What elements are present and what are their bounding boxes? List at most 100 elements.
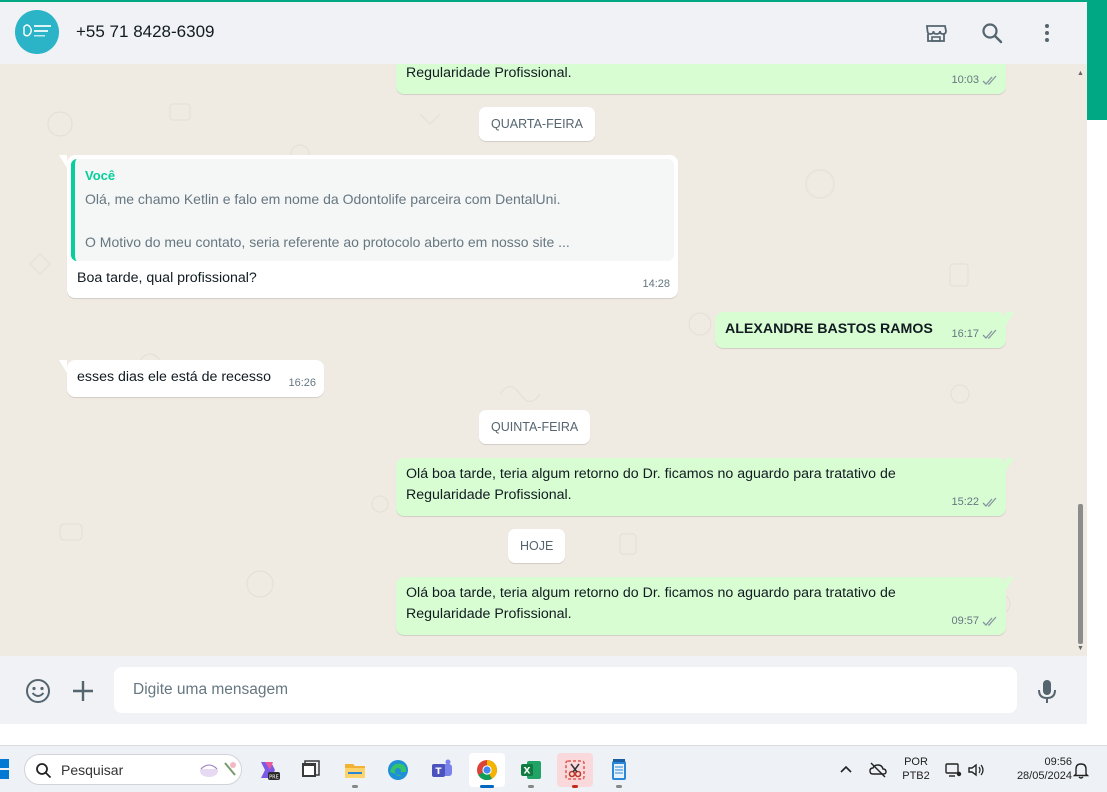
taskbar-app-taskview[interactable] xyxy=(292,753,328,787)
taskbar-app-teams[interactable]: T xyxy=(424,753,460,787)
clock-date: 28/05/2024 xyxy=(1016,770,1072,782)
taskbar-app-snipping[interactable] xyxy=(557,753,593,788)
message-outgoing[interactable]: Olá boa tarde, teria algum retorno do Dr… xyxy=(396,458,1014,516)
teams-icon: T xyxy=(432,759,452,777)
running-indicator xyxy=(616,785,622,788)
window-bottom-gap xyxy=(0,724,1107,745)
bubble-tail xyxy=(1006,458,1014,471)
contact-logo-icon xyxy=(15,10,59,54)
message-time: 14:28 xyxy=(642,278,670,290)
system-clock[interactable]: 09:56 28/05/2024 xyxy=(996,755,1072,783)
chat-header[interactable]: +55 71 8428-6309 xyxy=(0,2,1087,64)
bubble-tail xyxy=(1006,312,1014,325)
taskbar-app-edge[interactable] xyxy=(380,753,416,787)
date-separator: QUARTA-FEIRA xyxy=(479,107,595,141)
scrollbar-thumb[interactable] xyxy=(1078,504,1083,644)
search-icon[interactable] xyxy=(977,18,1007,48)
attach-plus-icon[interactable] xyxy=(68,676,98,706)
chat-area[interactable]: Regularidade Profissional. 10:03 QUARTA-… xyxy=(0,64,1087,656)
windows-taskbar: Pesquisar PRE T X POR PTB2 09:56 28/05/2… xyxy=(0,745,1107,792)
message-time: 15:22 xyxy=(951,492,998,513)
message-time: 16:26 xyxy=(288,377,316,389)
window-accent-strip xyxy=(1087,0,1107,120)
quote-line: Olá, me chamo Ketlin e falo em nome da O… xyxy=(85,191,561,207)
edge-icon xyxy=(388,760,408,780)
svg-text:T: T xyxy=(435,767,442,777)
message-text: Boa tarde, qual profissional? xyxy=(77,270,257,286)
input-language[interactable]: POR PTB2 xyxy=(898,755,934,783)
scroll-up-icon[interactable]: ▲ xyxy=(1077,70,1084,77)
start-menu-icon[interactable] xyxy=(0,758,10,780)
svg-text:X: X xyxy=(524,767,531,777)
quote-author: Você xyxy=(85,168,116,183)
message-text: esses dias ele está de recesso xyxy=(77,369,272,385)
contact-name[interactable]: +55 71 8428-6309 xyxy=(76,22,215,42)
message-outgoing[interactable]: Olá boa tarde, teria algum retorno do Dr… xyxy=(396,577,1014,635)
language-code: POR xyxy=(904,756,928,768)
message-time-label: 15:22 xyxy=(951,496,979,508)
double-check-icon xyxy=(982,75,997,85)
emoji-icon[interactable] xyxy=(23,676,53,706)
quote-line: O Motivo do meu contato, seria referente… xyxy=(85,234,570,250)
microphone-icon[interactable] xyxy=(1032,676,1062,706)
message-time-label: 09:57 xyxy=(951,615,979,627)
avatar[interactable] xyxy=(15,10,59,54)
task-view-icon xyxy=(302,760,320,777)
search-icon xyxy=(36,763,52,779)
taskbar-app-excel[interactable]: X xyxy=(513,753,549,788)
bubble-tail xyxy=(59,360,67,373)
message-input[interactable] xyxy=(114,667,1017,713)
notepad-icon xyxy=(612,759,626,780)
taskbar-app-notepad[interactable] xyxy=(601,753,637,788)
running-indicator xyxy=(528,785,534,788)
message-time-label: 16:17 xyxy=(951,328,979,340)
date-separator: HOJE xyxy=(508,529,566,563)
volume-icon[interactable] xyxy=(966,760,986,780)
double-check-icon xyxy=(982,497,997,507)
chrome-icon xyxy=(477,760,498,781)
message-composer xyxy=(0,656,1087,724)
message-outgoing[interactable]: Regularidade Profissional. 10:03 xyxy=(396,64,1006,94)
message-text: ALEXANDRE BASTOS RAMOS xyxy=(725,321,933,337)
copilot-icon: PRE xyxy=(261,762,280,781)
message-outgoing[interactable]: ALEXANDRE BASTOS RAMOS 16:17 xyxy=(715,312,1014,348)
search-highlight-icon xyxy=(200,762,236,777)
taskbar-search[interactable]: Pesquisar xyxy=(24,754,242,785)
taskbar-app-explorer[interactable] xyxy=(337,753,373,788)
taskbar-app-chrome[interactable] xyxy=(469,753,505,788)
active-indicator xyxy=(480,785,494,788)
scroll-down-icon[interactable]: ▼ xyxy=(1077,645,1084,652)
message-time: 10:03 xyxy=(951,70,998,91)
bubble-tail xyxy=(1006,577,1014,590)
bubble-tail xyxy=(59,155,67,168)
excel-icon: X xyxy=(521,761,541,779)
message-time-label: 10:03 xyxy=(951,74,979,86)
double-check-icon xyxy=(982,616,997,626)
message-text: Olá boa tarde, teria algum retorno do Dr… xyxy=(406,585,896,601)
message-time: 16:17 xyxy=(951,324,998,345)
date-separator: QUINTA-FEIRA xyxy=(479,410,591,444)
svg-text:PRE: PRE xyxy=(269,775,279,781)
snipping-tool-icon xyxy=(565,760,585,780)
quoted-message[interactable]: Você Olá, me chamo Ketlin e falo em nome… xyxy=(71,159,674,261)
cloud-off-icon[interactable] xyxy=(868,760,888,780)
notification-bell-icon[interactable] xyxy=(1071,760,1091,780)
running-indicator xyxy=(572,785,578,788)
message-text: Regularidade Profissional. xyxy=(406,65,572,81)
chat-scrollbar[interactable]: ▲ ▼ xyxy=(1076,68,1085,652)
running-indicator xyxy=(352,785,358,788)
menu-dots-icon[interactable] xyxy=(1032,18,1062,48)
message-text: Regularidade Profissional. xyxy=(406,487,572,503)
message-text: Regularidade Profissional. xyxy=(406,606,572,622)
network-icon[interactable] xyxy=(943,760,963,780)
catalog-icon[interactable] xyxy=(921,18,951,48)
clock-time: 09:56 xyxy=(1044,756,1072,768)
double-check-icon xyxy=(982,329,997,339)
chevron-up-icon[interactable] xyxy=(836,760,856,780)
message-incoming[interactable]: esses dias ele está de recesso 16:26 xyxy=(59,360,324,397)
message-text: Olá boa tarde, teria algum retorno do Dr… xyxy=(406,466,896,482)
message-incoming[interactable]: Você Olá, me chamo Ketlin e falo em nome… xyxy=(59,155,678,298)
taskbar-app-copilot[interactable]: PRE xyxy=(250,753,286,787)
file-explorer-icon xyxy=(345,764,365,778)
keyboard-layout: PTB2 xyxy=(902,770,930,782)
